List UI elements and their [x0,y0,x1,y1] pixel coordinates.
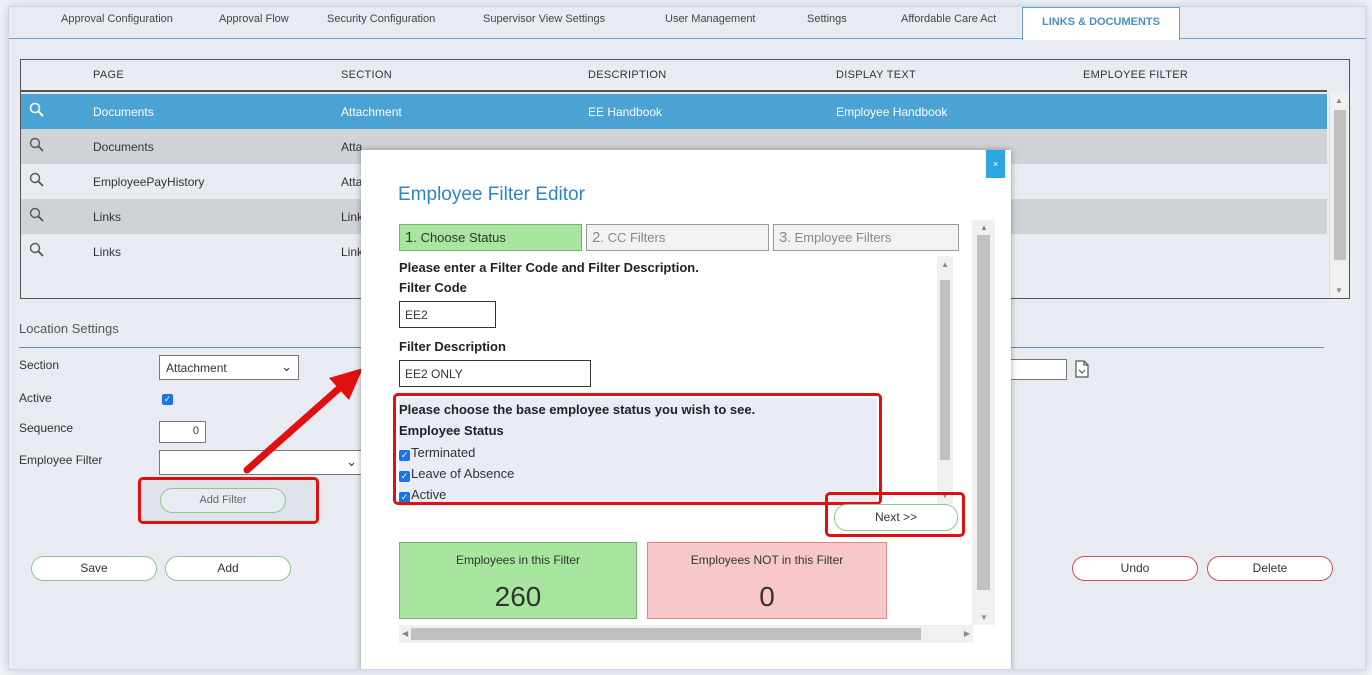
tab-settings[interactable]: Settings [807,13,847,25]
table-scrollbar-thumb[interactable] [1334,110,1346,260]
scroll-down-arrow-icon[interactable]: ▼ [1335,286,1343,295]
tab-supervisor-view-settings[interactable]: Supervisor View Settings [483,13,605,25]
tab-user-management[interactable]: User Management [665,13,756,25]
step-choose-status[interactable]: 1. Choose Status [399,224,582,251]
column-description[interactable]: DESCRIPTION [588,69,666,81]
scroll-left-arrow-icon[interactable]: ◀ [402,629,408,638]
dialog-horizontal-scrollbar[interactable]: ◀ ▶ [399,625,973,643]
red-arrow-annotation [243,368,363,474]
column-display-text[interactable]: DISPLAY TEXT [836,69,916,81]
inner-scrollbar-thumb[interactable] [940,280,950,460]
employees-not-in-filter-label: Employees NOT in this Filter [690,553,844,567]
search-icon[interactable] [29,172,45,191]
filter-code-input[interactable]: EE2 [399,301,496,328]
step-employee-filters[interactable]: 3. Employee Filters [773,224,959,251]
admin-window: Approval Configuration Approval Flow Sec… [8,6,1366,670]
dialog-title: Employee Filter Editor [398,184,585,205]
column-employee-filter[interactable]: EMPLOYEE FILTER [1083,69,1188,81]
tab-security-configuration[interactable]: Security Configuration [327,13,435,25]
scroll-right-arrow-icon[interactable]: ▶ [964,629,970,638]
employees-in-filter-panel: Employees in this Filter 260 [399,542,637,619]
cell-section: Link [341,245,364,259]
cell-page: Documents [93,140,154,154]
instructions-text: Please enter a Filter Code and Filter De… [399,260,699,275]
tab-links-documents[interactable]: LINKS & DOCUMENTS [1022,7,1180,40]
save-button[interactable]: Save [31,556,157,581]
scroll-down-arrow-icon[interactable]: ▼ [980,613,988,622]
column-section[interactable]: SECTION [341,69,392,81]
cell-page: Links [93,210,122,224]
employee-filter-label: Employee Filter [19,453,103,467]
active-checkbox[interactable]: ✓ [162,394,173,405]
scroll-up-arrow-icon[interactable]: ▲ [980,223,988,232]
cell-section: Link [341,210,364,224]
section-select-value: Attachment [166,361,227,375]
document-icon[interactable] [1075,360,1089,381]
add-button[interactable]: Add [165,556,291,581]
horizontal-scrollbar-thumb[interactable] [411,628,921,640]
tab-affordable-care-act[interactable]: Affordable Care Act [901,13,996,25]
tab-approval-configuration[interactable]: Approval Configuration [61,13,173,25]
undo-button[interactable]: Undo [1072,556,1198,581]
active-label: Active [19,391,52,405]
sequence-label: Sequence [19,421,74,435]
employee-status-highlight [393,393,882,505]
cell-section: Atta [341,175,363,189]
employee-filter-editor-dialog: × Employee Filter Editor 1. Choose Statu… [361,150,1011,669]
employees-in-filter-count: 260 [494,581,542,612]
cell-page: Links [93,245,122,259]
sequence-input[interactable]: 0 [159,421,206,443]
table-row[interactable]: Documents Attachment EE Handbook Employe… [21,94,1327,129]
search-icon[interactable] [29,207,45,226]
table-scrollbar[interactable]: ▲ ▼ [1329,92,1349,298]
cell-description: EE Handbook [588,105,663,119]
filter-description-label: Filter Description [399,339,506,354]
scroll-up-arrow-icon[interactable]: ▲ [1335,96,1343,105]
employees-in-filter-label: Employees in this Filter [455,553,581,567]
dialog-scrollbar-thumb[interactable] [977,235,990,590]
filter-description-input[interactable]: EE2 ONLY [399,360,591,387]
cell-page: EmployeePayHistory [93,175,205,189]
tab-bar: Approval Configuration Approval Flow Sec… [9,7,1365,40]
search-icon[interactable] [29,137,45,156]
cell-display-text: Employee Handbook [836,105,948,119]
column-page[interactable]: PAGE [93,69,124,81]
close-icon[interactable]: × [986,150,1005,178]
text-input[interactable] [1009,359,1067,380]
section-label: Section [19,358,60,372]
cell-section: Attachment [341,105,402,119]
tab-approval-flow[interactable]: Approval Flow [219,13,289,25]
filter-code-label: Filter Code [399,280,467,295]
search-icon[interactable] [29,242,45,261]
employees-not-in-filter-panel: Employees NOT in this Filter 0 [647,542,887,619]
step-cc-filters[interactable]: 2. CC Filters [586,224,769,251]
dialog-scrollbar[interactable]: ▲ ▼ [972,220,995,625]
next-button-highlight [825,492,965,537]
scroll-up-arrow-icon[interactable]: ▲ [941,260,949,269]
table-header: PAGE SECTION DESCRIPTION DISPLAY TEXT EM… [21,60,1327,92]
delete-button[interactable]: Delete [1207,556,1333,581]
add-filter-button[interactable]: Add Filter [160,488,286,513]
search-icon[interactable] [29,102,45,121]
cell-section: Atta [341,140,363,154]
location-settings-title: Location Settings [19,321,119,336]
wizard-inner-scrollbar[interactable]: ▲ ▼ [937,256,953,504]
employees-not-in-filter-count: 0 [759,581,775,612]
cell-page: Documents [93,105,154,119]
